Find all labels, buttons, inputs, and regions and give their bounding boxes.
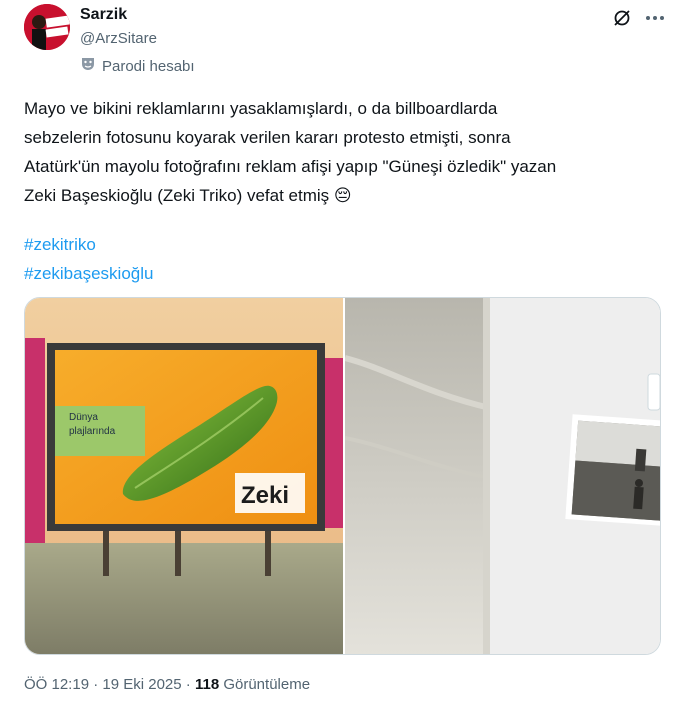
more-icon[interactable] [644,8,666,28]
grok-icon[interactable] [612,8,632,28]
billboard-photo[interactable]: Dünya plajlarında Zeki [25,298,343,654]
tweet-time[interactable]: ÖÖ 12:19 [24,676,89,693]
display-name[interactable]: Sarzik [80,6,127,24]
view-label: Görüntüleme [219,676,311,693]
tweet: Sarzik @ArzSitare Parodi hesabı Mayo ve … [0,0,680,707]
beach-photo[interactable] [344,298,660,654]
meta-separator: · [181,676,195,693]
view-count: 118 [194,676,220,693]
billboard-line-2: plajlarında [69,426,116,437]
avatar[interactable] [24,4,70,50]
meta-separator: · [89,676,103,693]
hashtag-list: #zekitriko #zekibaşeskioğlu [24,230,153,288]
billboard-brand: Zeki [241,482,289,509]
hashtag-link[interactable]: #zekitriko [24,230,153,259]
parody-mask-icon [80,56,96,76]
billboard-line-1: Dünya [69,412,98,423]
media-grid: Dünya plajlarında Zeki [24,297,661,655]
tweet-date[interactable]: 19 Eki 2025 [102,676,181,693]
parody-label: Parodi hesabı [80,56,195,76]
tweet-text: Mayo ve bikini reklamlarını yasaklamışla… [24,99,557,205]
user-handle[interactable]: @ArzSitare [80,30,157,47]
parody-label-text: Parodi hesabı [102,57,195,75]
hashtag-link[interactable]: #zekibaşeskioğlu [24,259,153,288]
tweet-meta: ÖÖ 12:19 · 19 Eki 2025 · 118 Görüntüleme [24,676,310,693]
